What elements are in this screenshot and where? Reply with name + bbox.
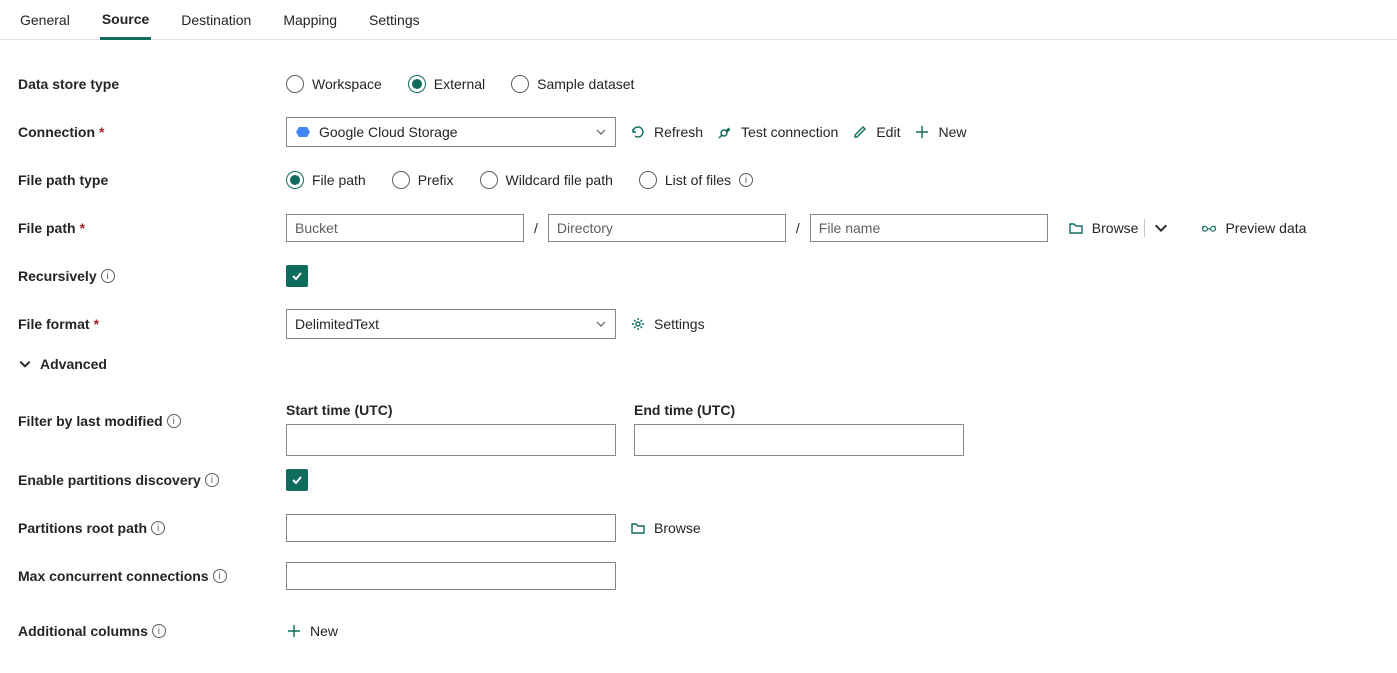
path-separator: / [530, 220, 542, 236]
radio-external-label: External [434, 76, 485, 92]
tab-mapping[interactable]: Mapping [281, 0, 339, 40]
edit-label: Edit [876, 124, 900, 140]
radio-external[interactable]: External [408, 75, 485, 93]
info-icon[interactable]: i [213, 569, 227, 583]
tab-settings[interactable]: Settings [367, 0, 422, 40]
file-format-select[interactable]: DelimitedText [286, 309, 616, 339]
info-icon[interactable]: i [152, 624, 166, 638]
label-start-time: Start time (UTC) [286, 402, 616, 418]
new-column-button[interactable]: New [286, 623, 338, 639]
radio-sample-dataset[interactable]: Sample dataset [511, 75, 634, 93]
refresh-button[interactable]: Refresh [630, 124, 703, 140]
label-end-time: End time (UTC) [634, 402, 964, 418]
label-enable-partitions: Enable partitions discovery [18, 472, 201, 488]
label-file-path-type: File path type [18, 172, 286, 188]
test-connection-label: Test connection [741, 124, 838, 140]
advanced-label: Advanced [40, 356, 107, 372]
label-recursively: Recursively [18, 268, 97, 284]
radio-wildcard-label: Wildcard file path [506, 172, 613, 188]
enable-partitions-checkbox[interactable] [286, 469, 308, 491]
info-icon[interactable]: i [101, 269, 115, 283]
refresh-icon [630, 124, 646, 140]
divider [1144, 219, 1145, 237]
gear-icon [630, 316, 646, 332]
browse-dropdown[interactable] [1151, 220, 1171, 236]
tabs: General Source Destination Mapping Setti… [0, 0, 1397, 40]
plus-icon [914, 124, 930, 140]
refresh-label: Refresh [654, 124, 703, 140]
path-separator: / [792, 220, 804, 236]
format-settings-button[interactable]: Settings [630, 316, 705, 332]
glasses-icon [1201, 220, 1217, 236]
radio-list-of-files[interactable]: List of files i [639, 171, 753, 189]
label-partitions-root-path: Partitions root path [18, 520, 147, 536]
new-connection-label: New [938, 124, 966, 140]
directory-input[interactable] [548, 214, 786, 242]
label-file-path: File path [18, 220, 76, 236]
tab-general[interactable]: General [18, 0, 72, 40]
label-data-store-type: Data store type [18, 76, 286, 92]
end-time-input[interactable] [634, 424, 964, 456]
browse-label: Browse [1092, 220, 1139, 236]
radio-workspace-label: Workspace [312, 76, 382, 92]
start-time-input[interactable] [286, 424, 616, 456]
folder-icon [630, 520, 646, 536]
radio-file-path-label: File path [312, 172, 366, 188]
label-max-concurrent: Max concurrent connections [18, 568, 209, 584]
connection-select[interactable]: Google Cloud Storage [286, 117, 616, 147]
radio-sample-dataset-label: Sample dataset [537, 76, 634, 92]
test-connection-button[interactable]: Test connection [717, 124, 838, 140]
plus-icon [286, 623, 302, 639]
info-icon[interactable]: i [167, 414, 181, 428]
label-additional-columns: Additional columns [18, 623, 148, 639]
connection-value: Google Cloud Storage [319, 124, 587, 140]
filename-input[interactable] [810, 214, 1048, 242]
pencil-icon [852, 124, 868, 140]
format-settings-label: Settings [654, 316, 705, 332]
new-column-label: New [310, 623, 338, 639]
required-marker: * [99, 124, 104, 140]
required-marker: * [80, 220, 85, 236]
chevron-down-icon [1153, 220, 1169, 236]
plug-icon [717, 124, 733, 140]
max-concurrent-input[interactable] [286, 562, 616, 590]
preview-data-button[interactable]: Preview data [1201, 220, 1306, 236]
check-icon [290, 473, 304, 487]
check-icon [290, 269, 304, 283]
info-icon[interactable]: i [151, 521, 165, 535]
radio-wildcard[interactable]: Wildcard file path [480, 171, 613, 189]
preview-data-label: Preview data [1225, 220, 1306, 236]
tab-destination[interactable]: Destination [179, 0, 253, 40]
partitions-browse-label: Browse [654, 520, 701, 536]
radio-prefix-label: Prefix [418, 172, 454, 188]
gcs-icon [295, 124, 311, 140]
bucket-input[interactable] [286, 214, 524, 242]
file-format-value: DelimitedText [295, 316, 587, 332]
recursively-checkbox[interactable] [286, 265, 308, 287]
data-store-type-group: Workspace External Sample dataset [286, 75, 634, 93]
edit-button[interactable]: Edit [852, 124, 900, 140]
tab-source[interactable]: Source [100, 0, 151, 40]
label-connection: Connection [18, 124, 95, 140]
chevron-down-icon [18, 357, 32, 371]
partitions-browse-button[interactable]: Browse [630, 520, 701, 536]
radio-list-of-files-label: List of files [665, 172, 731, 188]
advanced-toggle[interactable]: Advanced [18, 348, 1379, 386]
folder-icon [1068, 220, 1084, 236]
new-connection-button[interactable]: New [914, 124, 966, 140]
partitions-root-path-input[interactable] [286, 514, 616, 542]
radio-prefix[interactable]: Prefix [392, 171, 454, 189]
browse-button[interactable]: Browse [1068, 220, 1139, 236]
radio-file-path[interactable]: File path [286, 171, 366, 189]
info-icon[interactable]: i [739, 173, 753, 187]
label-filter-last-modified: Filter by last modified [18, 413, 163, 429]
radio-workspace[interactable]: Workspace [286, 75, 382, 93]
required-marker: * [94, 316, 99, 332]
label-file-format: File format [18, 316, 90, 332]
chevron-down-icon [595, 318, 607, 330]
info-icon[interactable]: i [205, 473, 219, 487]
chevron-down-icon [595, 126, 607, 138]
file-path-type-group: File path Prefix Wildcard file path List… [286, 171, 753, 189]
